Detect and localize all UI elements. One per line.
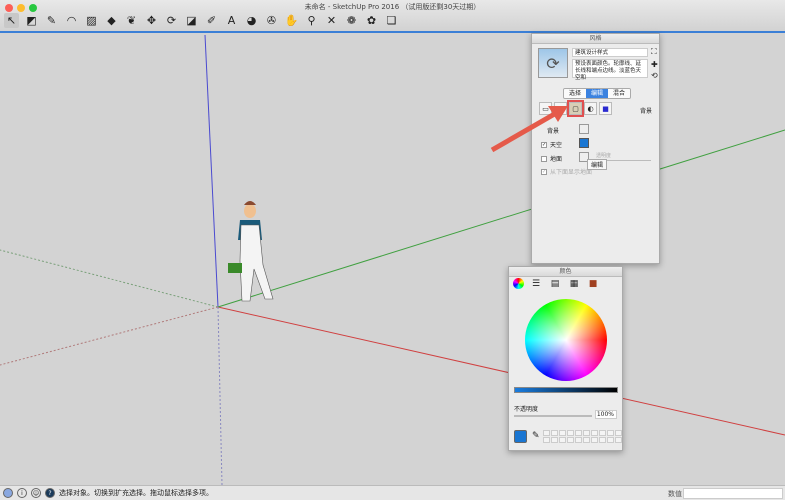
- saved-color-slot[interactable]: [543, 430, 550, 436]
- geo-location-icon[interactable]: [3, 488, 13, 498]
- saved-color-slot[interactable]: [607, 437, 614, 443]
- saved-color-slot[interactable]: [607, 430, 614, 436]
- color-sliders-tab[interactable]: ☰: [529, 278, 543, 290]
- saved-color-slot[interactable]: [615, 430, 622, 436]
- info-icon[interactable]: i: [17, 488, 27, 498]
- saved-color-slot[interactable]: [583, 430, 590, 436]
- user-icon[interactable]: ☺: [31, 488, 41, 498]
- saved-color-slot[interactable]: [599, 437, 606, 443]
- saved-color-slot[interactable]: [591, 430, 598, 436]
- colors-panel: 颜色 ☰ ▤ ▦ ■ 不透明度 100% ✎: [508, 266, 623, 451]
- colors-panel-title: 颜色: [509, 267, 622, 277]
- eyedropper-icon[interactable]: ✎: [532, 431, 540, 441]
- saved-color-slot[interactable]: [591, 437, 598, 443]
- saved-colors-grid[interactable]: [543, 430, 622, 443]
- help-icon[interactable]: ?: [45, 488, 55, 498]
- measurements-input[interactable]: [683, 488, 783, 499]
- color-palettes-tab[interactable]: ▤: [548, 278, 562, 290]
- saved-color-slot[interactable]: [615, 437, 622, 443]
- opacity-label: 不透明度: [514, 406, 539, 413]
- opacity-slider[interactable]: [514, 415, 592, 417]
- saved-color-slot[interactable]: [567, 430, 574, 436]
- annotation-arrow: [490, 106, 568, 153]
- saved-color-slot[interactable]: [559, 430, 566, 436]
- color-wheel-tab[interactable]: [513, 278, 524, 289]
- brightness-slider[interactable]: [514, 387, 618, 393]
- saved-color-slot[interactable]: [551, 437, 558, 443]
- opacity-value[interactable]: 100%: [595, 410, 617, 419]
- saved-color-slot[interactable]: [543, 437, 550, 443]
- status-message: 选择对象。切换到扩充选择。拖动鼠标选择多项。: [59, 489, 213, 497]
- crayons-tab[interactable]: ■: [586, 278, 600, 290]
- saved-color-slot[interactable]: [599, 430, 606, 436]
- saved-color-slot[interactable]: [575, 430, 582, 436]
- saved-color-slot[interactable]: [551, 430, 558, 436]
- status-bar: i ☺ ? 选择对象。切换到扩充选择。拖动鼠标选择多项。 数值: [0, 485, 785, 500]
- current-color-swatch[interactable]: [514, 430, 527, 443]
- measurements-label: 数值: [668, 490, 682, 498]
- saved-color-slot[interactable]: [567, 437, 574, 443]
- color-wheel[interactable]: [525, 299, 607, 381]
- saved-color-slot[interactable]: [559, 437, 566, 443]
- saved-color-slot[interactable]: [583, 437, 590, 443]
- image-palettes-tab[interactable]: ▦: [567, 278, 581, 290]
- saved-color-slot[interactable]: [575, 437, 582, 443]
